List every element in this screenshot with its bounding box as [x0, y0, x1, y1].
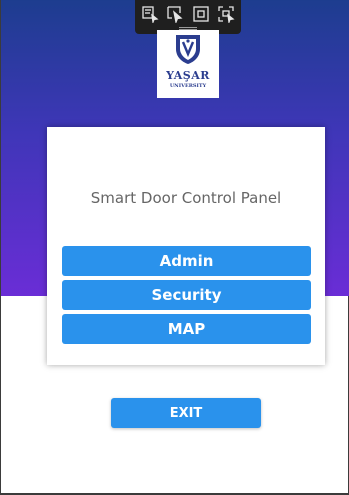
logo-subtitle: UNIVERSITY [169, 83, 207, 89]
debug-toolbar [135, 0, 241, 34]
cursor-icon[interactable] [166, 5, 184, 23]
map-button[interactable]: MAP [62, 314, 311, 344]
university-logo: YAŞAR UNIVERSITY [157, 30, 219, 98]
admin-button[interactable]: Admin [62, 246, 311, 276]
rectangle-select-icon[interactable] [192, 5, 210, 23]
select-element-icon[interactable] [141, 5, 159, 23]
exit-button[interactable]: EXIT [111, 398, 261, 428]
fullscreen-select-icon[interactable] [217, 5, 235, 23]
shield-emblem-icon [176, 35, 200, 64]
security-button[interactable]: Security [62, 280, 311, 310]
logo-name: YAŞAR [166, 69, 210, 82]
control-panel-card: Smart Door Control Panel Admin Security … [47, 127, 325, 365]
panel-title: Smart Door Control Panel [90, 189, 282, 207]
app-window: YAŞAR UNIVERSITY Smart Door Control Pane… [0, 0, 349, 495]
